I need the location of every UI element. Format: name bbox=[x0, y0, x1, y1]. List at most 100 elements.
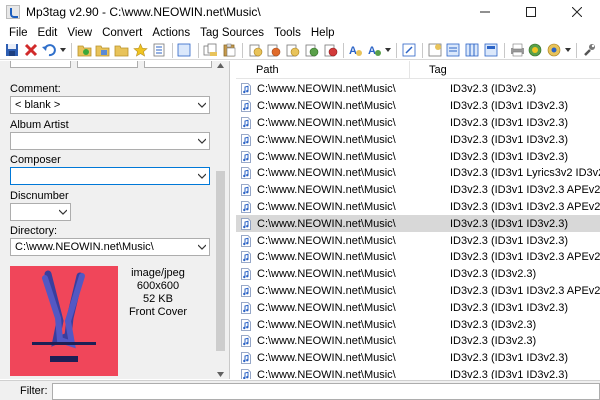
add-favorite-button[interactable] bbox=[132, 42, 148, 58]
directory-combo[interactable]: C:\www.NEOWIN.net\Music\ bbox=[10, 238, 210, 256]
table-row[interactable]: C:\www.NEOWIN.net\Music\ ID3v2.3 (ID3v1 L… bbox=[236, 165, 600, 182]
filename-to-tag-button[interactable] bbox=[266, 42, 282, 58]
menu-help[interactable]: Help bbox=[306, 27, 340, 39]
file-list-button[interactable] bbox=[483, 42, 499, 58]
table-row[interactable]: C:\www.NEOWIN.net\Music\ ID3v2.3 (ID3v1 I… bbox=[236, 199, 600, 216]
chevron-down-icon bbox=[198, 138, 206, 144]
print-button[interactable] bbox=[509, 42, 525, 58]
menu-tag-sources[interactable]: Tag Sources bbox=[195, 27, 269, 39]
web-sources-button[interactable] bbox=[528, 42, 544, 58]
select-all-button[interactable] bbox=[177, 42, 193, 58]
columns-button[interactable] bbox=[465, 42, 481, 58]
composer-combo[interactable] bbox=[10, 167, 210, 185]
cover-type: Front Cover bbox=[128, 306, 188, 318]
remove-tag-button[interactable] bbox=[23, 42, 39, 58]
cell-path: C:\www.NEOWIN.net\Music\ bbox=[257, 217, 396, 230]
cell-path: C:\www.NEOWIN.net\Music\ bbox=[257, 184, 396, 197]
field-stub[interactable] bbox=[144, 61, 212, 68]
table-row[interactable]: C:\www.NEOWIN.net\Music\ ID3v2.3 (ID3v1 I… bbox=[236, 215, 600, 233]
playlist-button[interactable] bbox=[151, 42, 167, 58]
chevron-down-icon bbox=[60, 48, 67, 52]
globe-icon bbox=[528, 43, 542, 57]
filename-tag-icon bbox=[267, 44, 281, 57]
menu-actions[interactable]: Actions bbox=[147, 27, 195, 39]
filter-label: Filter: bbox=[20, 385, 48, 397]
change-directory-button[interactable] bbox=[76, 42, 92, 58]
table-row[interactable]: C:\www.NEOWIN.net\Music\ ID3v2.3 (ID3v1 I… bbox=[236, 283, 600, 300]
table-row[interactable]: C:\www.NEOWIN.net\Music\ ID3v2.3 (ID3v1 I… bbox=[236, 350, 600, 367]
tag-sources-dropdown[interactable] bbox=[565, 42, 572, 58]
column-header-tag[interactable]: Tag bbox=[410, 61, 600, 78]
cover-mime: image/jpeg bbox=[131, 267, 185, 279]
album-artist-combo[interactable] bbox=[10, 132, 210, 150]
table-row[interactable]: C:\www.NEOWIN.net\Music\ ID3v2.3 (ID3v1 I… bbox=[236, 232, 600, 249]
tag-panel-scrollbar[interactable] bbox=[214, 61, 227, 379]
table-row[interactable]: C:\www.NEOWIN.net\Music\ ID3v2.3 (ID3v1 I… bbox=[236, 249, 600, 266]
quick-actions-button[interactable]: A bbox=[367, 42, 383, 58]
export-button[interactable] bbox=[322, 42, 338, 58]
add-directory-button[interactable] bbox=[95, 42, 111, 58]
menu-view[interactable]: View bbox=[62, 27, 97, 39]
column-header-path[interactable]: Path bbox=[236, 61, 410, 78]
scroll-up-icon[interactable] bbox=[217, 63, 224, 68]
actions-icon: A bbox=[349, 45, 363, 57]
minimize-button[interactable] bbox=[462, 0, 508, 24]
album-cover-image[interactable] bbox=[10, 266, 118, 376]
table-row[interactable]: C:\www.NEOWIN.net\Music\ ID3v2.3 (ID3v1 I… bbox=[236, 131, 600, 148]
table-row[interactable]: C:\www.NEOWIN.net\Music\ ID3v2.3 (ID3v1 I… bbox=[236, 182, 600, 199]
tag-to-filename-button[interactable] bbox=[247, 42, 263, 58]
actions-dropdown[interactable] bbox=[385, 42, 392, 58]
directory-label: Directory: bbox=[10, 225, 58, 237]
scroll-down-icon[interactable] bbox=[217, 372, 224, 377]
table-row[interactable]: C:\www.NEOWIN.net\Music\ ID3v2.3 (ID3v1 I… bbox=[236, 299, 600, 316]
actions-button[interactable]: A bbox=[348, 42, 364, 58]
cell-tag: ID3v2.3 (ID3v2.3) bbox=[450, 335, 537, 348]
table-row[interactable]: C:\www.NEOWIN.net\Music\ ID3v2.3 (ID3v2.3… bbox=[236, 266, 600, 283]
tag-to-tag-button[interactable] bbox=[303, 42, 319, 58]
copy-tag-button[interactable] bbox=[203, 42, 219, 58]
table-row[interactable]: C:\www.NEOWIN.net\Music\ ID3v2.3 (ID3v1 I… bbox=[236, 115, 600, 132]
toolbar: A A bbox=[0, 41, 600, 60]
scrollbar-thumb[interactable] bbox=[216, 171, 225, 351]
menu-file[interactable]: File bbox=[4, 27, 33, 39]
extended-tags-button[interactable] bbox=[427, 42, 443, 58]
audio-file-icon bbox=[241, 335, 251, 348]
comment-combo[interactable]: < blank > bbox=[10, 96, 210, 114]
auto-numbering-button[interactable] bbox=[401, 42, 417, 58]
table-row[interactable]: C:\www.NEOWIN.net\Music\ ID3v2.3 (ID3v2.3… bbox=[236, 333, 600, 350]
table-row[interactable]: C:\www.NEOWIN.net\Music\ ID3v2.3 (ID3v1 I… bbox=[236, 367, 600, 379]
favorites-button[interactable] bbox=[114, 42, 130, 58]
discnumber-combo[interactable] bbox=[10, 203, 71, 221]
table-row[interactable]: C:\www.NEOWIN.net\Music\ ID3v2.3 (ID3v1 I… bbox=[236, 148, 600, 165]
tag-panel-button[interactable] bbox=[446, 42, 462, 58]
menu-convert[interactable]: Convert bbox=[97, 27, 147, 39]
audio-file-icon bbox=[241, 184, 251, 197]
undo-dropdown[interactable] bbox=[60, 42, 67, 58]
chevron-down-icon bbox=[59, 209, 67, 215]
table-row[interactable]: C:\www.NEOWIN.net\Music\ ID3v2.3 (ID3v2.3… bbox=[236, 81, 600, 98]
menu-tools[interactable]: Tools bbox=[269, 27, 306, 39]
cell-tag: ID3v2.3 (ID3v1 ID3v2.3 APEv2) bbox=[450, 184, 600, 197]
panel-top-fields bbox=[10, 61, 212, 68]
audio-file-icon bbox=[241, 251, 251, 264]
maximize-button[interactable] bbox=[508, 0, 554, 24]
toolbar-separator bbox=[342, 42, 344, 58]
cell-tag: ID3v2.3 (ID3v1 ID3v2.3) bbox=[450, 100, 568, 113]
extended-tags-icon bbox=[428, 43, 441, 57]
paste-tag-button[interactable] bbox=[221, 42, 237, 58]
table-row[interactable]: C:\www.NEOWIN.net\Music\ ID3v2.3 (ID3v2.3… bbox=[236, 316, 600, 333]
menu-edit[interactable]: Edit bbox=[33, 27, 63, 39]
save-button[interactable] bbox=[4, 42, 20, 58]
undo-button[interactable] bbox=[42, 42, 58, 58]
chevron-down-icon bbox=[198, 244, 206, 250]
options-button[interactable] bbox=[581, 42, 597, 58]
filter-input[interactable] bbox=[52, 383, 600, 400]
tag-sources-button[interactable] bbox=[547, 42, 563, 58]
text-file-to-tag-button[interactable] bbox=[285, 42, 301, 58]
chevron-down-icon bbox=[198, 173, 206, 179]
close-button[interactable] bbox=[554, 0, 600, 24]
field-stub[interactable] bbox=[10, 61, 71, 68]
table-row[interactable]: C:\www.NEOWIN.net\Music\ ID3v2.3 (ID3v1 I… bbox=[236, 98, 600, 115]
quick-actions-icon: A bbox=[368, 45, 382, 57]
field-stub[interactable] bbox=[77, 61, 138, 68]
